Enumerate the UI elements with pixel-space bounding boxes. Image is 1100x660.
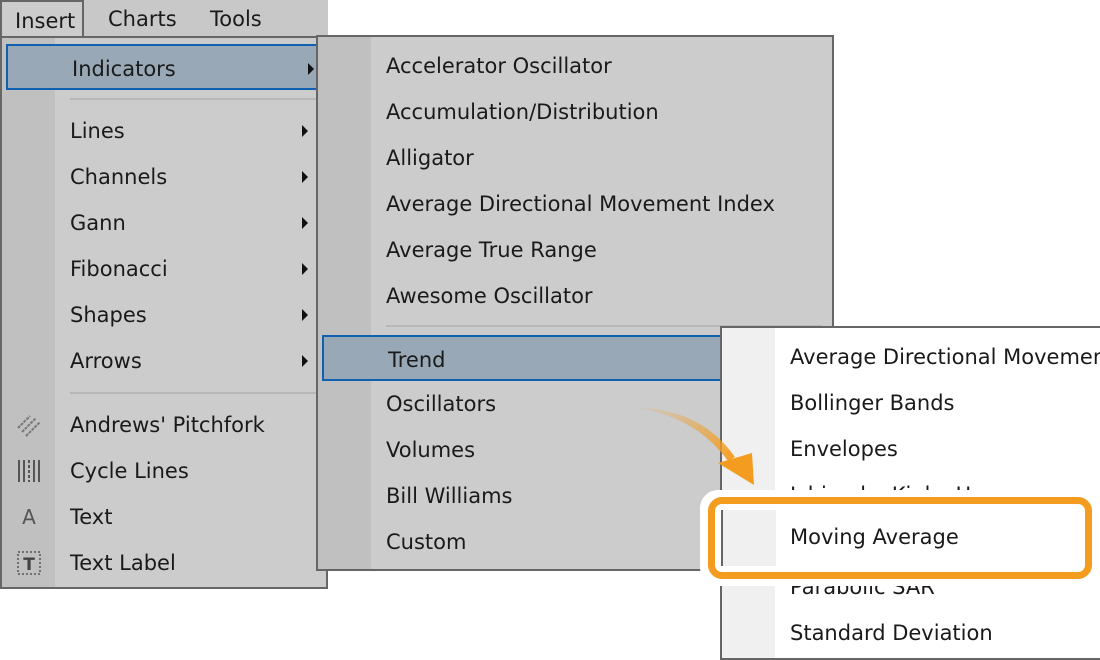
menu-item-label: Accelerator Oscillator [386, 54, 612, 78]
submenu-arrow-icon [302, 125, 308, 137]
text-label-icon: T [16, 550, 42, 576]
menu-item-admi-trend[interactable]: Average Directional Movement Index [722, 334, 1100, 380]
menu-item-average-true-range[interactable]: Average True Range [318, 227, 832, 273]
submenu-arrow-icon [308, 63, 314, 75]
menu-item-andrews-pitchfork[interactable]: Andrews' Pitchfork [2, 402, 326, 448]
menu-item-bollinger-bands[interactable]: Bollinger Bands [722, 380, 1100, 426]
menu-item-channels[interactable]: Channels [2, 154, 326, 200]
menu-item-admi[interactable]: Average Directional Movement Index [318, 181, 832, 227]
menu-item-label: Lines [70, 119, 125, 143]
menu-item-label: Average Directional Movement Index [386, 192, 775, 216]
highlight-box [708, 497, 1092, 579]
menu-item-label: Alligator [386, 146, 474, 170]
menu-item-label: Fibonacci [70, 257, 168, 281]
text-icon: A [22, 505, 36, 529]
submenu-arrow-icon [302, 171, 308, 183]
menu-item-text[interactable]: A Text [2, 494, 326, 540]
curved-arrow-icon [630, 407, 754, 485]
menu-item-alligator[interactable]: Alligator [318, 135, 832, 181]
menu-item-label: Custom [386, 530, 467, 554]
menu-item-awesome-oscillator[interactable]: Awesome Oscillator [318, 273, 832, 319]
menu-item-label: Channels [70, 165, 168, 189]
menu-item-standard-deviation[interactable]: Standard Deviation [722, 610, 1100, 656]
svg-text:T: T [23, 555, 35, 575]
menu-item-arrows[interactable]: Arrows [2, 338, 326, 384]
menu-item-label: Bill Williams [386, 484, 513, 508]
menu-item-label: Standard Deviation [790, 621, 993, 645]
menu-item-label: Arrows [70, 349, 142, 373]
menu-item-label: Average True Range [386, 238, 597, 262]
menu-item-label: Gann [70, 211, 126, 235]
insert-menu: Indicators Lines Channels Gann Fibonacci… [0, 36, 330, 589]
menu-item-label: Shapes [70, 303, 147, 327]
menu-separator [70, 392, 316, 394]
menu-item-gann[interactable]: Gann [2, 200, 326, 246]
menu-item-envelopes[interactable]: Envelopes [722, 426, 1100, 472]
menu-item-label: Envelopes [790, 437, 898, 461]
menu-item-label: Oscillators [386, 392, 497, 416]
menu-item-cycle-lines[interactable]: Cycle Lines [2, 448, 326, 494]
menu-item-shapes[interactable]: Shapes [2, 292, 326, 338]
menu-item-accumulation-distribution[interactable]: Accumulation/Distribution [318, 89, 832, 135]
menu-charts[interactable]: Charts [108, 0, 177, 38]
menu-item-label: Text Label [70, 551, 176, 575]
menu-item-label: Cycle Lines [70, 459, 189, 483]
menu-item-accelerator-oscillator[interactable]: Accelerator Oscillator [318, 43, 832, 89]
menu-item-label: Trend [388, 348, 446, 372]
menu-item-label: Accumulation/Distribution [386, 100, 659, 124]
menu-item-label: Awesome Oscillator [386, 284, 593, 308]
submenu-arrow-icon [302, 217, 308, 229]
menu-item-lines[interactable]: Lines [2, 108, 326, 154]
menu-item-fibonacci[interactable]: Fibonacci [2, 246, 326, 292]
pitchfork-icon [16, 412, 42, 438]
menu-item-label: Andrews' Pitchfork [70, 413, 265, 437]
menu-separator [70, 98, 316, 100]
submenu-arrow-icon [302, 263, 308, 275]
cycle-lines-icon [16, 458, 42, 484]
menu-item-label: Volumes [386, 438, 476, 462]
menu-item-label: Indicators [72, 57, 176, 81]
menu-item-label: Bollinger Bands [790, 391, 955, 415]
menu-insert[interactable]: Insert [0, 0, 84, 40]
menu-item-label: Average Directional Movement Index [790, 345, 1100, 369]
menu-item-label: Text [70, 505, 113, 529]
menu-item-text-label[interactable]: T Text Label [2, 540, 326, 586]
menu-item-indicators[interactable]: Indicators [6, 44, 330, 90]
submenu-arrow-icon [302, 309, 308, 321]
menu-bar: Insert Charts Tools [0, 0, 328, 40]
menu-tools[interactable]: Tools [210, 0, 262, 38]
submenu-arrow-icon [302, 355, 308, 367]
